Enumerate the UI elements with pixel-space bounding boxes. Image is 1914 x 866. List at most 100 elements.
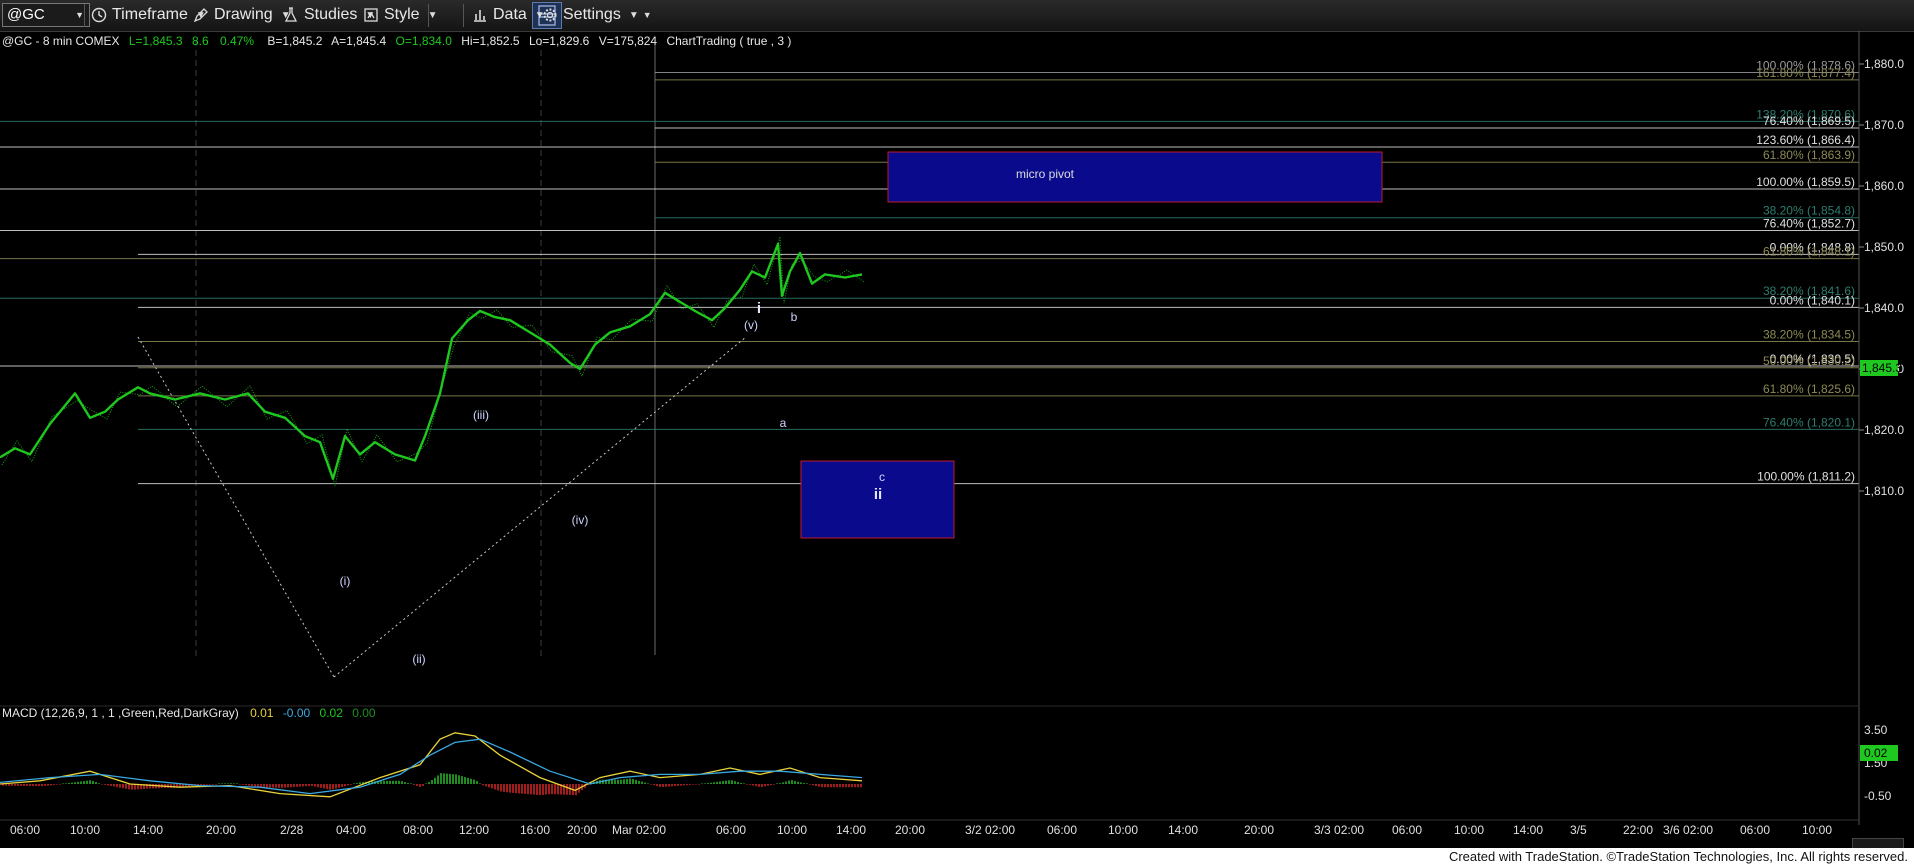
macd-histogram-bar (422, 784, 424, 786)
macd-histogram-bar (527, 784, 529, 795)
macd-histogram-bar (497, 784, 499, 791)
macd-histogram-bar (767, 784, 769, 786)
macd-histogram-bar (485, 784, 487, 787)
chevron-down-icon: ▼ (427, 9, 438, 21)
time-axis-label: 3/2 02:00 (965, 823, 1015, 837)
macd-histogram-bar (758, 784, 760, 787)
macd-histogram-bar (275, 784, 277, 788)
time-axis-label: 10:00 (1108, 823, 1138, 837)
macd-histogram-bar (731, 780, 733, 784)
overflow-icon[interactable]: ▼ (643, 10, 652, 20)
macd-histogram-bar (701, 783, 703, 784)
macd-histogram-bar (809, 784, 811, 785)
macd-histogram-bar (437, 775, 439, 784)
time-axis-label: 10:00 (1454, 823, 1484, 837)
time-axis-label: 06:00 (1392, 823, 1422, 837)
macd-histogram-bar (311, 784, 313, 787)
macd-histogram-bar (677, 784, 679, 786)
macd-histogram-bar (68, 782, 70, 784)
macd-histogram-bar (257, 784, 259, 787)
clock-icon (91, 7, 107, 23)
macd-histogram-bar (278, 784, 280, 788)
macd-histogram-bar (614, 779, 616, 784)
micro-pivot-box[interactable] (887, 151, 1383, 203)
macd-histogram-bar (350, 784, 352, 785)
macd-histogram-bar (434, 777, 436, 784)
data-menu[interactable]: Data ▼ (472, 4, 545, 26)
fib-label: 100.00% (1,859.5) (1756, 175, 1855, 189)
time-axis-label: Mar 02:00 (612, 823, 666, 837)
time-axis-label: 10:00 (70, 823, 100, 837)
time-axis-label: 20:00 (1244, 823, 1274, 837)
style-menu[interactable]: Style ▼ (363, 4, 437, 26)
bar-chart-icon (474, 10, 486, 22)
macd-histogram-bar (107, 784, 109, 786)
time-axis-label: 04:00 (336, 823, 366, 837)
time-axis-label: 06:00 (1047, 823, 1077, 837)
macd-histogram-bar (443, 773, 445, 784)
macd-histogram-bar (524, 784, 526, 794)
drawing-menu[interactable]: Drawing ▼ (193, 4, 291, 26)
fib-label: 76.40% (1,852.7) (1763, 217, 1855, 231)
macd-histogram-bar (713, 782, 715, 784)
time-axis-label: 12:00 (459, 823, 489, 837)
macd-histogram-bar (32, 784, 34, 787)
time-axis-label: 2/28 (280, 823, 304, 837)
macd-histogram-bar (341, 784, 343, 787)
macd-histogram-bar (500, 784, 502, 792)
macd-histogram-bar (623, 779, 625, 784)
macd-histogram-bar (401, 781, 403, 784)
macd-histogram-bar (272, 784, 274, 788)
macd-histogram-bar (548, 784, 550, 795)
macd-histogram-bar (200, 784, 202, 785)
macd-histogram-bar (65, 783, 67, 784)
price-chart[interactable]: micro pivot (i) (ii) (iii) (iv) (v) i b … (0, 31, 1914, 848)
macd-histogram-bar (35, 784, 37, 787)
macd-histogram-bar (821, 784, 823, 788)
svg-text:1,845.3: 1,845.3 (1862, 361, 1902, 375)
macd-histogram-bar (266, 784, 268, 788)
symbol-input[interactable]: @GC ▼ (2, 3, 90, 27)
macd-histogram-bar (476, 781, 478, 784)
wave-label-2: ii (874, 486, 882, 503)
macd-histogram-bar (125, 784, 127, 789)
macd-histogram-bar (209, 784, 211, 785)
macd-histogram-bar (230, 783, 232, 784)
time-axis-label: 10:00 (1802, 823, 1832, 837)
macd-histogram-bar (800, 782, 802, 784)
wave-label-v: (v) (744, 318, 758, 332)
time-axis-label: 20:00 (206, 823, 236, 837)
macd-histogram-bar (848, 784, 850, 788)
macd-histogram-bar (80, 781, 82, 784)
macd-histogram-bar (836, 784, 838, 788)
footer: Created with TradeStation. ©TradeStation… (0, 848, 1914, 866)
macd-histogram-bar (650, 784, 652, 785)
macd-histogram-bar (221, 783, 223, 784)
macd-histogram-bar (797, 781, 799, 784)
settings-menu[interactable]: Settings ▼ ▼ (542, 4, 652, 26)
price-axis-label: 1,810.0 (1864, 484, 1904, 498)
macd-histogram-bar (467, 777, 469, 784)
macd-histogram-bar (842, 784, 844, 788)
macd-histogram-bar (101, 784, 103, 785)
macd-histogram-bar (845, 784, 847, 788)
studies-menu[interactable]: Studies ▼ (283, 4, 375, 26)
macd-histogram-bar (536, 784, 538, 795)
macd-histogram-bar (206, 784, 208, 785)
macd-histogram-bar (860, 784, 862, 788)
macd-histogram-bar (692, 784, 694, 785)
macd-histogram-bar (512, 784, 514, 793)
macd-histogram-bar (521, 784, 523, 794)
macd-histogram-bar (98, 783, 100, 784)
macd-histogram-bar (284, 784, 286, 788)
macd-histogram-bar (653, 784, 655, 786)
macd-histogram-bar (332, 784, 334, 790)
macd-histogram-bar (74, 782, 76, 784)
macd-histogram-bar (641, 781, 643, 784)
macd-histogram-bar (680, 784, 682, 786)
time-axis: 06:00 10:00 14:00 20:00 2/28 04:00 08:00 12:00 1… (10, 823, 1832, 837)
macd-histogram-bar (716, 781, 718, 784)
macd-histogram-bar (698, 784, 700, 785)
timeframe-menu[interactable]: Timeframe ▼ (91, 4, 206, 26)
macd-histogram-bar (743, 783, 745, 784)
